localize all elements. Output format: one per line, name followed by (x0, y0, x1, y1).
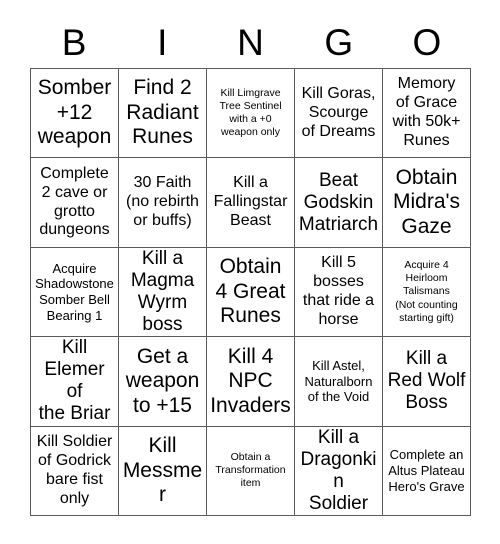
bingo-cell-label: Complete 2 cave or grotto dungeons (39, 164, 110, 239)
bingo-header-letter-g: G (324, 22, 354, 63)
bingo-cell-o2[interactable]: Obtain Midra's Gaze (383, 158, 471, 248)
bingo-grid: Somber +12 weapon Find 2 Radiant Runes Kil… (30, 68, 471, 516)
bingo-cell-label: Kill 5 bosses that ride a horse (302, 254, 375, 328)
bingo-cell-label: Kill 4 NPC Invaders (210, 344, 291, 417)
bingo-cell-i2[interactable]: 30 Faith (no rebirth or buffs) (119, 158, 207, 248)
bingo-header-row: B I N G O (30, 17, 471, 68)
bingo-cell-label: Beat Godskin Matriarch (298, 169, 379, 235)
bingo-cell-n4[interactable]: Kill 4 NPC Invaders (207, 337, 295, 427)
bingo-cell-g4[interactable]: Kill Astel, Naturalborn of the Void (295, 337, 383, 427)
bingo-cell-b3[interactable]: Acquire Shadowstone Somber Bell Bearing … (31, 247, 119, 338)
bingo-cell-label: Complete an Altus Plateau Hero's Grave (388, 447, 465, 494)
bingo-cell-label: Kill Soldier of Godrick bare fist only (36, 433, 113, 507)
bingo-cell-n5[interactable]: Obtain a Transformation item (207, 426, 295, 516)
bingo-cell-label: Get a weapon to +15 (125, 344, 200, 417)
bingo-cell-o5[interactable]: Complete an Altus Plateau Hero's Grave (383, 426, 471, 516)
bingo-cell-b2[interactable]: Complete 2 cave or grotto dungeons (31, 158, 119, 248)
bingo-cell-label: Kill a Dragonkin Soldier (300, 426, 377, 514)
bingo-cell-o3[interactable]: Acquire 4 Heirloom Talismans (Not counti… (383, 247, 471, 338)
bingo-cell-g2[interactable]: Beat Godskin Matriarch (295, 158, 383, 248)
bingo-cell-label: Kill Elemer of the Briar (38, 337, 111, 425)
bingo-cell-i1[interactable]: Find 2 Radiant Runes (119, 69, 207, 159)
bingo-cell-label: Acquire Shadowstone Somber Bell Bearing … (35, 260, 114, 323)
bingo-header-letter-n: N (237, 22, 264, 63)
bingo-cell-label: Find 2 Radiant Runes (126, 76, 199, 149)
bingo-cell-i5[interactable]: Kill Messmer (119, 426, 207, 516)
bingo-cell-label: Kill Limgrave Tree Sentinel with a +0 we… (219, 86, 282, 139)
bingo-cell-label: Kill a Magma Wyrm boss (130, 247, 195, 336)
bingo-cell-o1[interactable]: Memory of Grace with 50k+ Runes (383, 69, 471, 159)
bingo-cell-n1[interactable]: Kill Limgrave Tree Sentinel with a +0 we… (207, 69, 295, 159)
bingo-cell-g3[interactable]: Kill 5 bosses that ride a horse (295, 247, 383, 338)
bingo-cell-b4[interactable]: Kill Elemer of the Briar (31, 337, 119, 427)
bingo-header-letter-o: O (412, 22, 442, 63)
bingo-cell-i4[interactable]: Get a weapon to +15 (119, 337, 207, 427)
bingo-cell-o4[interactable]: Kill a Red Wolf Boss (383, 337, 471, 427)
bingo-cell-i3[interactable]: Kill a Magma Wyrm boss (119, 247, 207, 338)
bingo-cell-label: Kill Goras, Scourge of Dreams (301, 84, 376, 140)
bingo-cell-label: Obtain a Transformation item (215, 450, 286, 490)
bingo-cell-label: Obtain 4 Great Runes (215, 255, 286, 328)
bingo-cell-label: Kill Astel, Naturalborn of the Void (304, 358, 373, 405)
bingo-cell-label: Acquire 4 Heirloom Talismans (Not counti… (395, 258, 458, 324)
bingo-cell-b5[interactable]: Kill Soldier of Godrick bare fist only (31, 426, 119, 516)
bingo-cell-g1[interactable]: Kill Goras, Scourge of Dreams (295, 69, 383, 159)
bingo-cell-label: Kill Messmer (122, 433, 203, 507)
bingo-cell-b1[interactable]: Somber +12 weapon (31, 69, 119, 159)
bingo-header-letter-b: B (61, 22, 87, 63)
bingo-cell-label: Kill a Fallingstar Beast (213, 174, 288, 230)
bingo-cell-label: Memory of Grace with 50k+ Runes (392, 75, 461, 150)
bingo-cell-label: Obtain Midra's Gaze (392, 165, 461, 238)
bingo-card: B I N G O Somber +12 weapon Find 2 Radian… (0, 0, 500, 544)
bingo-header-letter-i: I (157, 22, 168, 63)
bingo-cell-n2[interactable]: Kill a Fallingstar Beast (207, 158, 295, 248)
bingo-cell-label: Kill a Red Wolf Boss (387, 348, 466, 414)
bingo-cell-n3[interactable]: Obtain 4 Great Runes (207, 247, 295, 338)
bingo-cell-g5[interactable]: Kill a Dragonkin Soldier (295, 426, 383, 516)
bingo-cell-label: 30 Faith (no rebirth or buffs) (126, 174, 199, 230)
bingo-cell-label: Somber +12 weapon (37, 76, 112, 149)
